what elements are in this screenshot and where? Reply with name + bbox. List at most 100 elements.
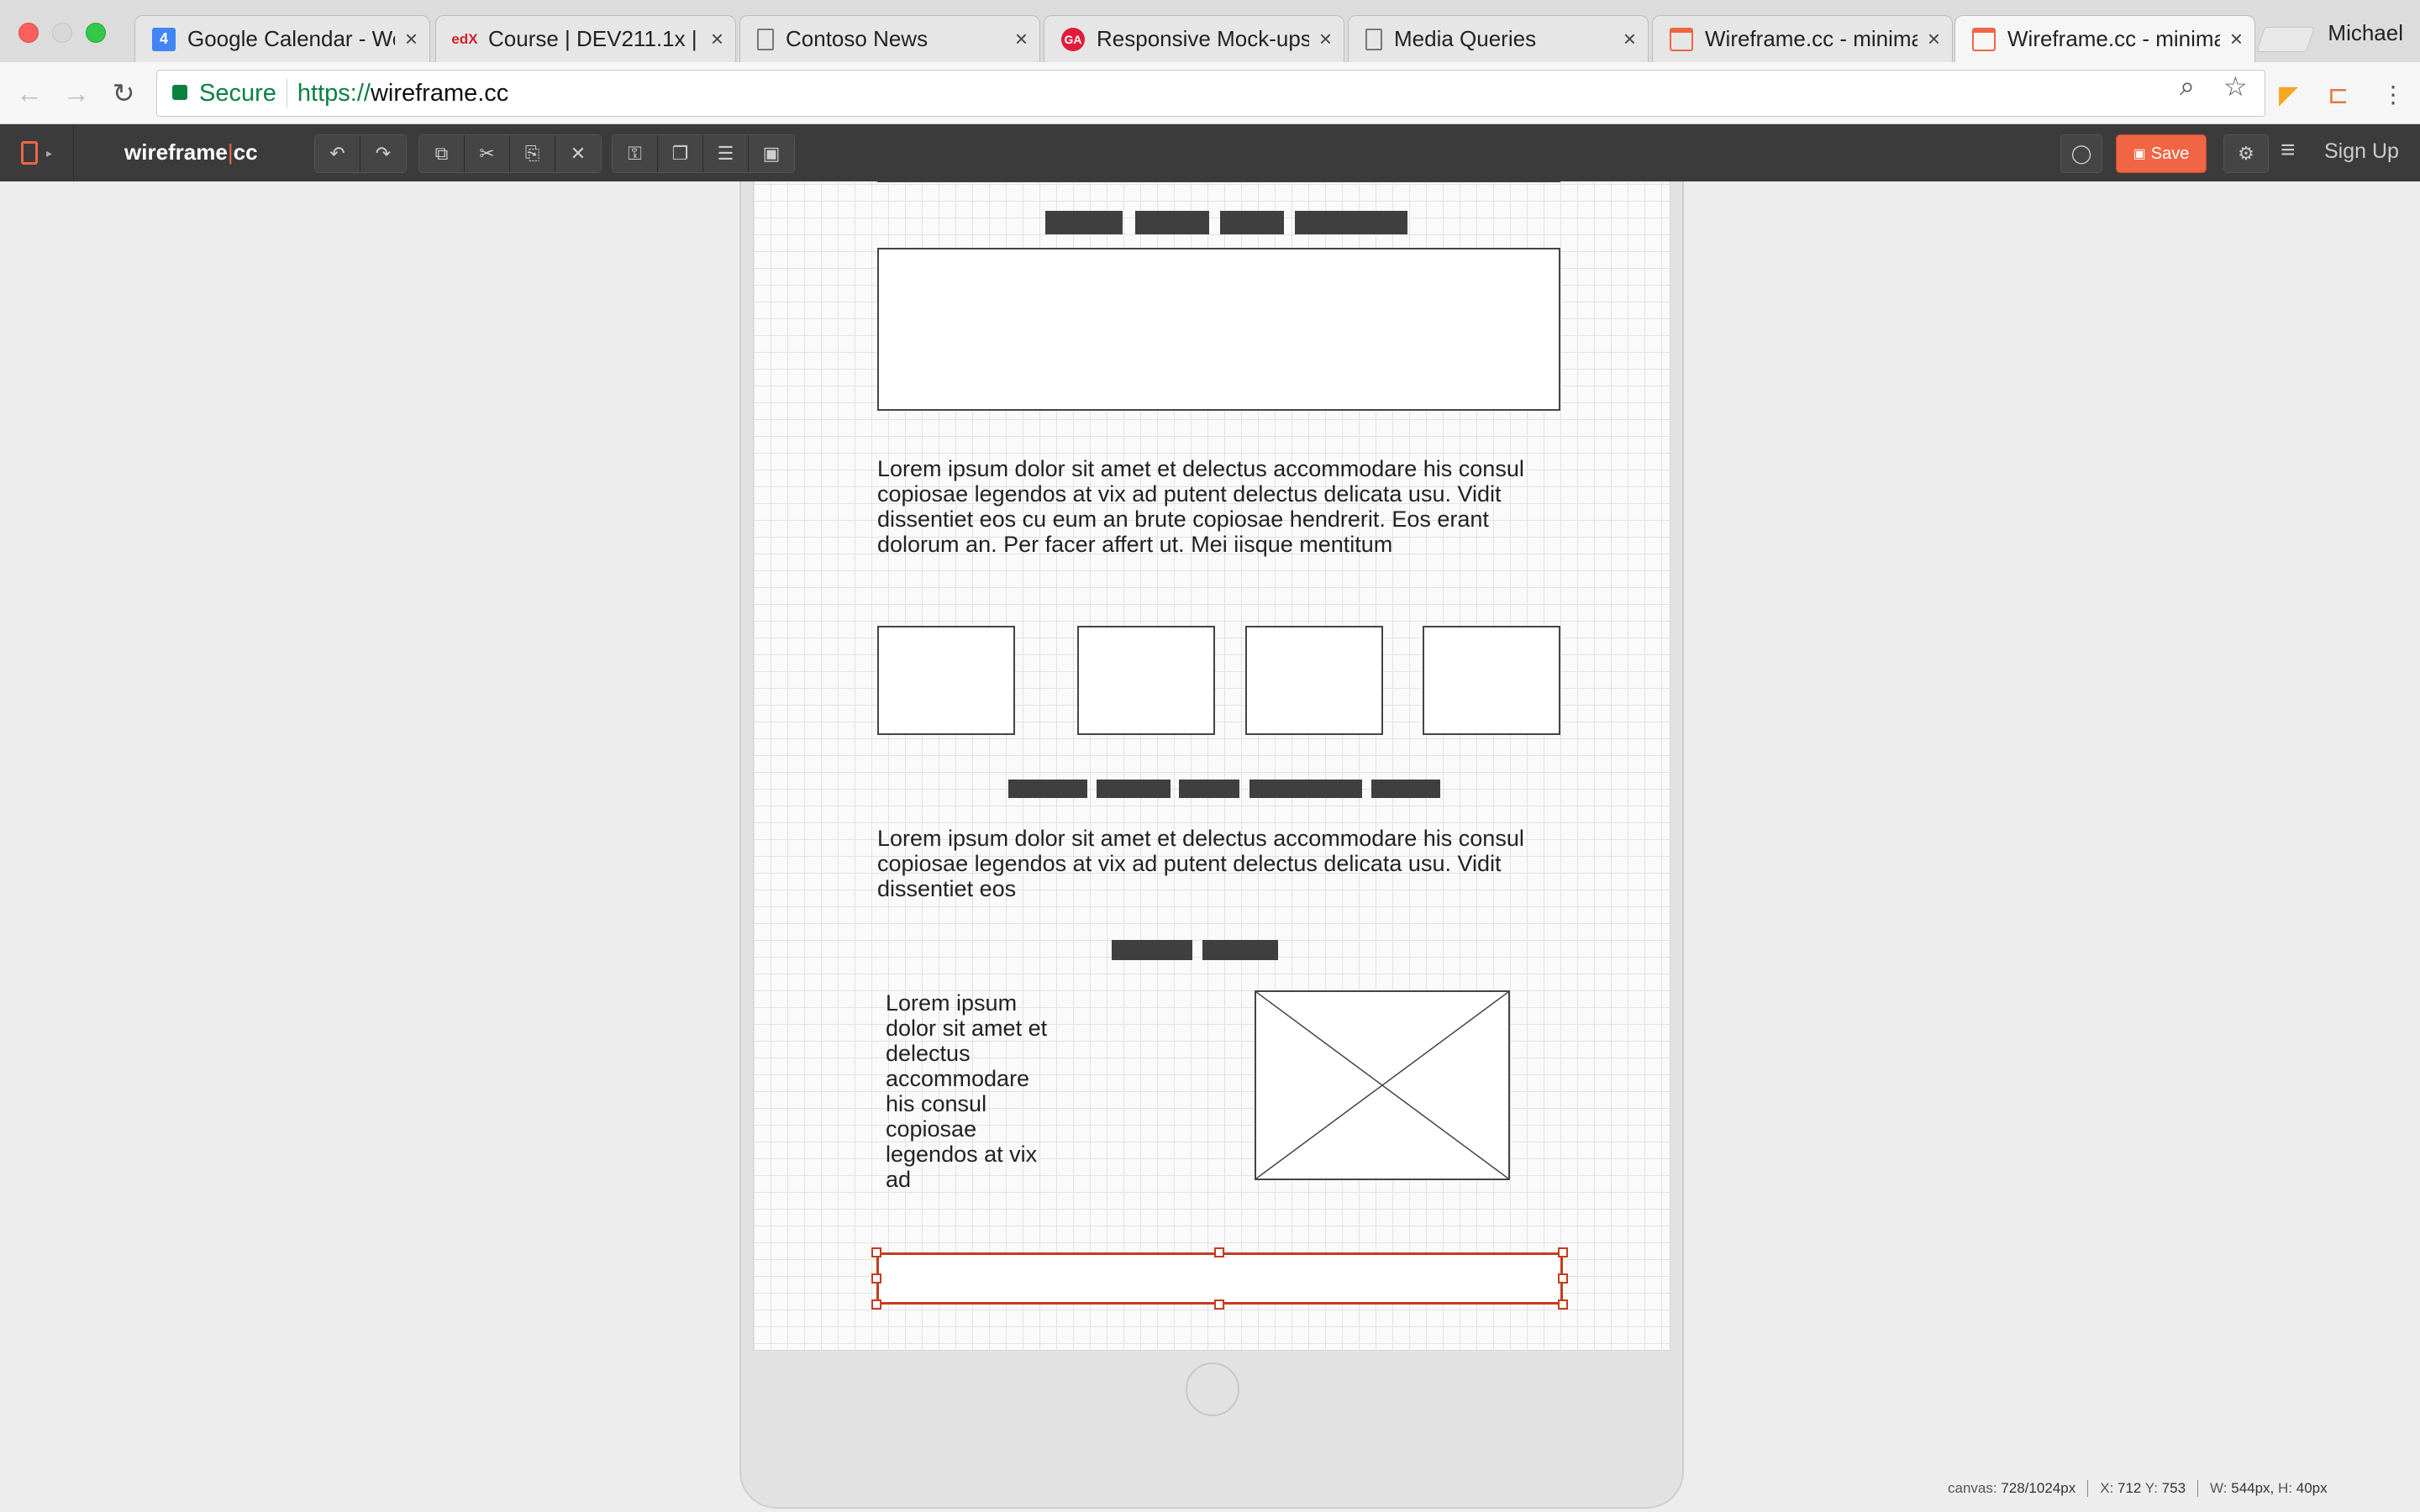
wireframe-paragraph[interactable]: Lorem ipsum dolor sit amet et delectus a… [877,456,1549,557]
profile-name[interactable]: Michael [2328,20,2403,46]
new-tab-button[interactable] [2256,27,2315,52]
close-icon[interactable]: × [1319,26,1332,52]
app-logo[interactable]: wireframe|cc [124,139,258,165]
tablet-icon [20,141,38,165]
wireframe-box[interactable] [877,181,1560,182]
cursor-position-readout: X: 712 Y: 753 [2100,1480,2186,1496]
close-icon[interactable]: × [711,26,723,52]
wireframe-paragraph[interactable]: Lorem ipsum dolor sit amet et delectus a… [886,990,1062,1192]
resize-handle[interactable] [1214,1247,1224,1257]
undo-icon[interactable]: ↶ [315,135,360,172]
device-select-button[interactable]: ▸ [0,124,74,181]
logo-text-suffix: cc [233,139,258,165]
align-icon[interactable]: ☰ [703,135,749,172]
url-host: wireframe.cc [370,79,509,107]
save-button[interactable]: ▣ Save [2116,134,2207,173]
resize-handle[interactable] [871,1247,881,1257]
wireframe-nav-item[interactable] [1008,780,1087,798]
wireframe-nav-item[interactable] [1097,780,1171,798]
duplicate-icon[interactable]: ⧉ [419,135,465,172]
resize-handle[interactable] [1558,1247,1568,1257]
browser-toolbar: ← → ↻ Secure https:// wireframe.cc ⌕ ☆ ◤… [0,62,2420,124]
wireframe-nav-item[interactable] [1179,780,1239,798]
calendar-icon: 4 [152,27,176,51]
browser-tab[interactable]: Contoso News × [739,15,1040,62]
canvas-size-readout: canvas: 728/1024px [1948,1480,2076,1496]
maximize-window-button[interactable] [86,23,106,43]
wireframe-box[interactable] [877,626,1015,735]
wireframe-paragraph[interactable]: Lorem ipsum dolor sit amet et delectus a… [877,826,1549,901]
image-placeholder-cross [1256,992,1508,1179]
tablet-frame: Lorem ipsum dolor sit amet et delectus a… [739,181,1684,1509]
close-icon[interactable]: × [1623,26,1636,52]
extension-icon[interactable]: ◤ [2279,81,2298,110]
selected-wireframe-box[interactable] [876,1252,1563,1305]
sign-up-link[interactable]: Sign Up [2324,139,2399,164]
logo-text: wireframe [124,139,228,165]
wireframe-image-placeholder[interactable] [1255,990,1510,1180]
wireframe-box[interactable] [1423,626,1560,735]
paste-icon[interactable]: ⎘ [510,135,555,172]
browser-tab-active[interactable]: Wireframe.cc - minima × [1954,15,2255,62]
status-bar: canvas: 728/1024px X: 712 Y: 753 W: 544p… [1948,1480,2328,1497]
back-icon[interactable]: ← [13,77,45,109]
browser-tab[interactable]: Wireframe.cc - minima × [1652,15,1953,62]
minimize-window-button[interactable] [52,23,72,43]
cut-icon[interactable]: ✂ [465,135,510,172]
redo-icon[interactable]: ↷ [360,135,406,172]
extension-icon[interactable]: ⊏ [2328,81,2349,110]
bookmark-star-icon[interactable]: ☆ [2223,71,2248,102]
hamburger-menu-icon[interactable]: ≡ [2281,136,2296,165]
divider [2087,1480,2089,1497]
url-scheme: https:// [297,79,371,107]
browser-tab[interactable]: GA Responsive Mock-ups × [1044,15,1344,62]
resize-handle[interactable] [1558,1299,1568,1310]
group-icon[interactable]: ▣ [749,135,794,172]
wireframe-nav-item[interactable] [1202,940,1278,960]
lock-icon[interactable]: ⚿ [613,135,658,172]
tab-title: Responsive Mock-ups [1097,26,1309,51]
wireframe-nav-item[interactable] [1220,211,1284,234]
browser-tab[interactable]: edX Course | DEV211.1x | × [435,15,736,62]
resize-handle[interactable] [871,1299,881,1310]
wireframe-nav-item[interactable] [1371,780,1440,798]
address-bar[interactable]: Secure https:// wireframe.cc [156,70,2265,117]
page-icon [1365,28,1382,50]
divider [2197,1480,2199,1497]
close-icon[interactable]: × [1928,26,1940,52]
edit-group: ⧉ ✂ ⎘ ✕ [418,134,602,173]
close-icon[interactable]: × [1015,26,1028,52]
delete-icon[interactable]: ✕ [555,135,601,172]
settings-gear-icon[interactable]: ⚙ [2223,134,2269,173]
close-icon[interactable]: × [2230,26,2243,52]
wireframe-box[interactable] [1077,626,1215,735]
page-icon [757,28,774,50]
close-window-button[interactable] [18,23,39,43]
comment-icon[interactable]: ◯ [2060,134,2102,173]
zoom-icon[interactable]: ⌕ [2180,71,2195,102]
ga-icon: GA [1061,27,1085,51]
close-icon[interactable]: × [405,26,418,52]
wireframe-nav-item[interactable] [1249,780,1362,798]
resize-handle[interactable] [1214,1299,1224,1310]
wireframe-icon [1670,27,1693,51]
resize-handle[interactable] [1558,1273,1568,1284]
wireframe-canvas[interactable]: Lorem ipsum dolor sit amet et delectus a… [753,181,1670,1351]
menu-kebab-icon[interactable]: ⋮ [2381,81,2405,108]
reload-icon[interactable]: ↻ [108,77,139,109]
wireframe-box[interactable] [1245,626,1383,735]
browser-tab[interactable]: Media Queries × [1348,15,1649,62]
wireframe-nav-item[interactable] [1295,211,1407,234]
browser-tab[interactable]: 4 Google Calendar - We × [134,15,430,62]
wireframe-nav-item[interactable] [1135,211,1209,234]
tab-title: Media Queries [1394,26,1537,51]
secure-indicator[interactable]: Secure [172,80,276,108]
wireframe-box[interactable] [877,248,1560,411]
tab-title: Contoso News [786,26,929,51]
wireframe-nav-item[interactable] [1112,940,1192,960]
tab-title: Course | DEV211.1x | [488,26,697,51]
resize-handle[interactable] [871,1273,881,1284]
wireframe-nav-item[interactable] [1045,211,1123,234]
bring-front-icon[interactable]: ❐ [658,135,703,172]
forward-icon[interactable]: → [60,77,92,109]
